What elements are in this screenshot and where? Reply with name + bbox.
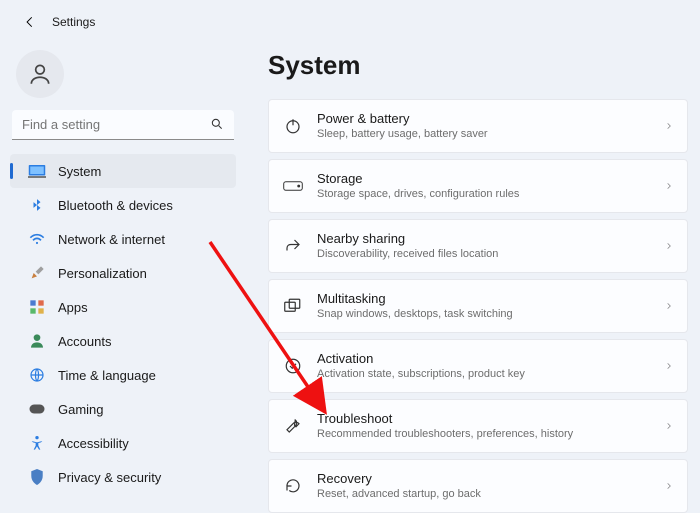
settings-list: Power & batterySleep, battery usage, bat…	[268, 99, 688, 513]
nav-gaming[interactable]: Gaming	[10, 392, 236, 426]
nav-system[interactable]: System	[10, 154, 236, 188]
wrench-icon	[283, 416, 303, 436]
gamepad-icon	[28, 400, 46, 418]
chevron-right-icon	[665, 480, 673, 492]
power-icon	[283, 116, 303, 136]
nav-label: Accounts	[58, 334, 111, 349]
card-nearby-sharing[interactable]: Nearby sharingDiscoverability, received …	[268, 219, 688, 273]
nav-network[interactable]: Network & internet	[10, 222, 236, 256]
accessibility-icon	[28, 434, 46, 452]
bluetooth-icon	[28, 196, 46, 214]
chevron-right-icon	[665, 420, 673, 432]
nav-label: Network & internet	[58, 232, 165, 247]
wifi-icon	[28, 230, 46, 248]
card-sub: Snap windows, desktops, task switching	[317, 307, 651, 321]
chevron-right-icon	[665, 240, 673, 252]
card-title: Activation	[317, 351, 651, 367]
sidebar: System Bluetooth & devices Network & int…	[0, 36, 246, 513]
header-title: Settings	[52, 15, 95, 29]
nav-label: Time & language	[58, 368, 156, 383]
nav-label: Personalization	[58, 266, 147, 281]
card-activation[interactable]: ActivationActivation state, subscription…	[268, 339, 688, 393]
chevron-right-icon	[665, 120, 673, 132]
search-box[interactable]	[12, 110, 234, 140]
card-storage[interactable]: StorageStorage space, drives, configurat…	[268, 159, 688, 213]
card-sub: Sleep, battery usage, battery saver	[317, 127, 651, 141]
card-power-battery[interactable]: Power & batterySleep, battery usage, bat…	[268, 99, 688, 153]
chevron-right-icon	[665, 360, 673, 372]
share-icon	[283, 236, 303, 256]
nav-time-language[interactable]: Time & language	[10, 358, 236, 392]
card-multitasking[interactable]: MultitaskingSnap windows, desktops, task…	[268, 279, 688, 333]
chevron-right-icon	[665, 180, 673, 192]
nav-accessibility[interactable]: Accessibility	[10, 426, 236, 460]
nav-label: Bluetooth & devices	[58, 198, 173, 213]
recovery-icon	[283, 476, 303, 496]
nav-label: Accessibility	[58, 436, 129, 451]
card-sub: Discoverability, received files location	[317, 247, 651, 261]
back-button[interactable]	[22, 14, 38, 30]
card-title: Recovery	[317, 471, 651, 487]
card-sub: Recommended troubleshooters, preferences…	[317, 427, 651, 441]
card-title: Troubleshoot	[317, 411, 651, 427]
person-icon	[28, 332, 46, 350]
multitask-icon	[283, 296, 303, 316]
nav-apps[interactable]: Apps	[10, 290, 236, 324]
globe-icon	[28, 366, 46, 384]
nav-label: System	[58, 164, 101, 179]
check-circle-icon	[283, 356, 303, 376]
card-title: Multitasking	[317, 291, 651, 307]
paintbrush-icon	[28, 264, 46, 282]
chevron-right-icon	[665, 300, 673, 312]
nav-label: Gaming	[58, 402, 104, 417]
search-input[interactable]	[12, 110, 234, 140]
page-title: System	[268, 50, 688, 81]
nav-bluetooth[interactable]: Bluetooth & devices	[10, 188, 236, 222]
card-sub: Activation state, subscriptions, product…	[317, 367, 651, 381]
card-sub: Reset, advanced startup, go back	[317, 487, 651, 501]
card-title: Nearby sharing	[317, 231, 651, 247]
user-avatar[interactable]	[16, 50, 64, 98]
nav-list: System Bluetooth & devices Network & int…	[10, 154, 236, 494]
nav-privacy[interactable]: Privacy & security	[10, 460, 236, 494]
storage-icon	[283, 176, 303, 196]
card-troubleshoot[interactable]: TroubleshootRecommended troubleshooters,…	[268, 399, 688, 453]
nav-personalization[interactable]: Personalization	[10, 256, 236, 290]
shield-icon	[28, 468, 46, 486]
monitor-icon	[28, 162, 46, 180]
nav-accounts[interactable]: Accounts	[10, 324, 236, 358]
search-icon	[210, 117, 224, 131]
card-title: Power & battery	[317, 111, 651, 127]
apps-icon	[28, 298, 46, 316]
main-content: System Power & batterySleep, battery usa…	[246, 36, 700, 513]
nav-label: Privacy & security	[58, 470, 161, 485]
window-header: Settings	[0, 0, 700, 36]
nav-label: Apps	[58, 300, 88, 315]
card-sub: Storage space, drives, configuration rul…	[317, 187, 651, 201]
card-recovery[interactable]: RecoveryReset, advanced startup, go back	[268, 459, 688, 513]
card-title: Storage	[317, 171, 651, 187]
